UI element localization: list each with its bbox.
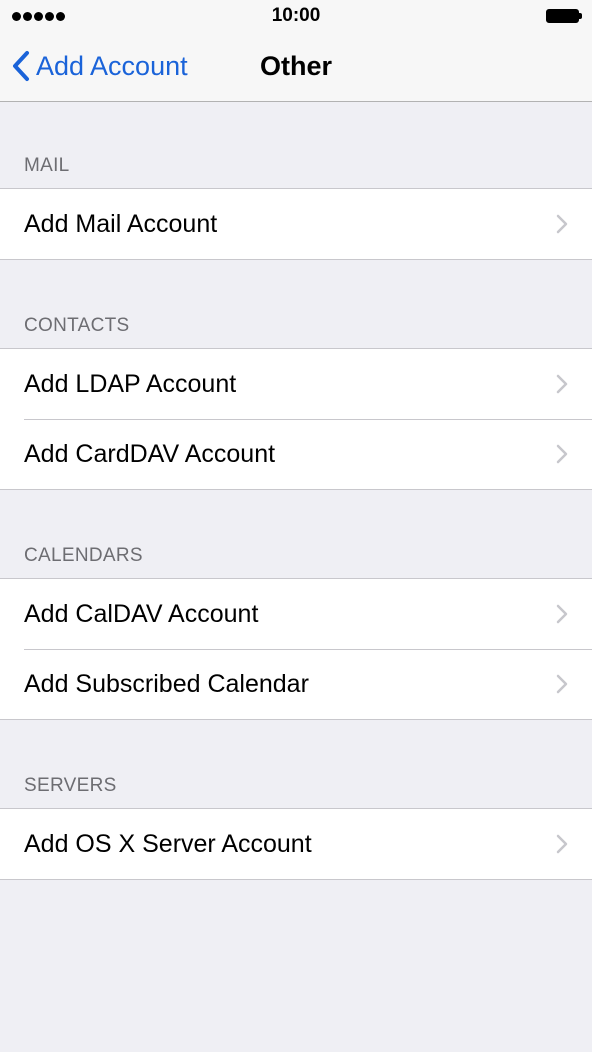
chevron-right-icon bbox=[556, 834, 568, 859]
settings-list: MAIL Add Mail Account CONTACTS Add LDAP … bbox=[0, 102, 592, 880]
section-header-label: SERVERS bbox=[24, 775, 117, 796]
row-label: Add OS X Server Account bbox=[24, 830, 312, 858]
section-header-servers: SERVERS bbox=[0, 720, 592, 808]
section-group-calendars: Add CalDAV Account Add Subscribed Calend… bbox=[0, 578, 592, 720]
section-header-contacts: CONTACTS bbox=[0, 260, 592, 348]
page-title: Other bbox=[259, 51, 332, 81]
section-group-servers: Add OS X Server Account bbox=[0, 808, 592, 880]
row-label: Add CalDAV Account bbox=[24, 600, 259, 628]
chevron-right-icon bbox=[556, 604, 568, 629]
battery-full-icon bbox=[546, 9, 582, 23]
row-add-carddav-account[interactable]: Add CardDAV Account bbox=[0, 419, 592, 489]
navigation-bar: Add Account Other bbox=[0, 34, 592, 102]
chevron-right-icon bbox=[556, 674, 568, 699]
section-header-label: CONTACTS bbox=[24, 315, 130, 336]
section-header-calendars: CALENDARS bbox=[0, 490, 592, 578]
chevron-right-icon bbox=[556, 214, 568, 239]
row-add-subscribed-calendar[interactable]: Add Subscribed Calendar bbox=[0, 649, 592, 719]
row-label: Add CardDAV Account bbox=[24, 440, 276, 468]
status-time: 10:00 bbox=[271, 5, 321, 26]
row-label: Add Subscribed Calendar bbox=[24, 670, 309, 698]
chevron-right-icon bbox=[556, 374, 568, 399]
chevron-right-icon bbox=[556, 444, 568, 469]
status-bar: 10:00 bbox=[0, 0, 592, 34]
row-add-caldav-account[interactable]: Add CalDAV Account bbox=[0, 579, 592, 649]
section-header-label: MAIL bbox=[24, 155, 70, 176]
row-label: Add Mail Account bbox=[24, 210, 218, 238]
row-add-osx-server-account[interactable]: Add OS X Server Account bbox=[0, 809, 592, 879]
row-label: Add LDAP Account bbox=[24, 370, 237, 398]
section-group-mail: Add Mail Account bbox=[0, 188, 592, 260]
section-header-mail: MAIL bbox=[0, 102, 592, 188]
section-header-label: CALENDARS bbox=[24, 545, 143, 566]
row-add-mail-account[interactable]: Add Mail Account bbox=[0, 189, 592, 259]
row-add-ldap-account[interactable]: Add LDAP Account bbox=[0, 349, 592, 419]
section-group-contacts: Add LDAP Account Add CardDAV Account bbox=[0, 348, 592, 490]
